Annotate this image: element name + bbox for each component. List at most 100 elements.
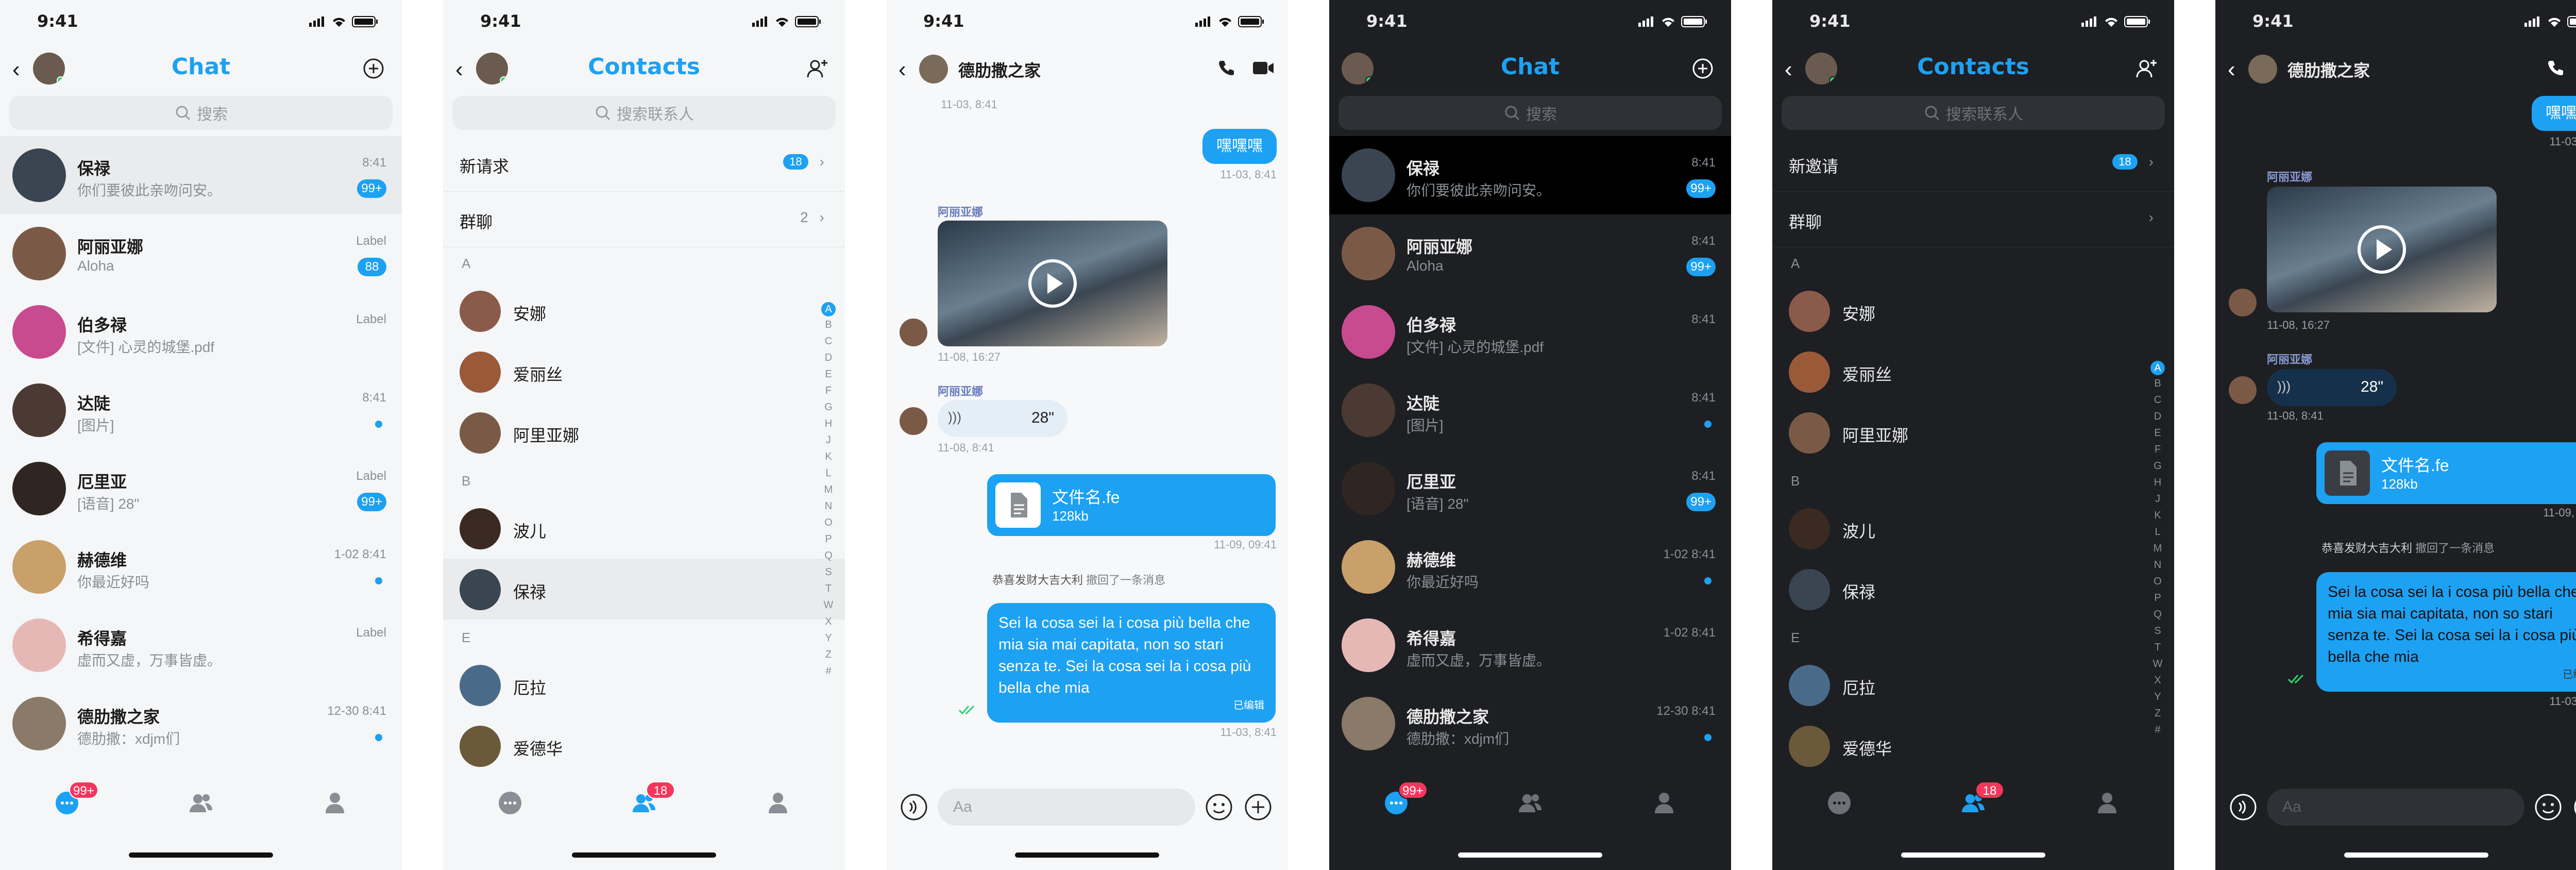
index-letter[interactable]: C — [821, 333, 836, 349]
back-icon[interactable]: ‹ — [2228, 57, 2248, 82]
plus-circle-icon[interactable] — [2572, 792, 2576, 823]
index-letter[interactable]: P — [821, 531, 836, 547]
index-letter[interactable]: D — [821, 349, 836, 366]
contact-row[interactable]: 阿里亚娜 — [1772, 402, 2174, 463]
index-letter[interactable]: T — [821, 580, 836, 597]
tab-chat[interactable]: 99+ — [1381, 781, 1428, 818]
index-letter[interactable]: J — [2150, 491, 2165, 507]
search-input[interactable]: 搜索 — [9, 96, 393, 130]
plus-circle-icon[interactable] — [1243, 792, 1274, 823]
index-letter[interactable]: G — [2150, 458, 2165, 474]
index-letter[interactable]: Q — [821, 547, 836, 564]
list-item[interactable]: 伯多禄 [文件] 心灵的城堡.pdf Label — [0, 293, 402, 371]
contact-row[interactable]: 爱丽丝 — [1772, 341, 2174, 402]
voice-message[interactable]: ))) 28" — [2267, 369, 2397, 406]
list-item[interactable]: 达陡 [图片] 8:41 — [0, 371, 402, 449]
tab-contacts[interactable] — [185, 788, 216, 818]
contact-row[interactable]: 波儿 — [1772, 498, 2174, 559]
group-avatar[interactable] — [919, 55, 948, 83]
index-letter[interactable]: Q — [2150, 606, 2165, 623]
list-item[interactable]: 希得嘉 虚而又虚，万事皆虚。 1-02 8:41 — [1329, 606, 1731, 684]
index-letter[interactable]: G — [821, 399, 836, 415]
contact-row[interactable]: 厄拉 — [443, 655, 845, 715]
tab-profile[interactable] — [319, 788, 350, 818]
index-letter[interactable]: N — [2150, 557, 2165, 573]
list-item[interactable]: 达陡 [图片] 8:41 — [1329, 371, 1731, 449]
index-letter[interactable]: X — [2150, 672, 2165, 689]
tab-profile[interactable] — [1649, 788, 1680, 818]
index-letter[interactable]: F — [821, 382, 836, 399]
search-input[interactable]: 搜索联系人 — [452, 96, 836, 130]
list-item[interactable]: 德肋撒之家 德肋撒：xdjm们 12-30 8:41 — [1329, 684, 1731, 763]
index-letter[interactable]: Z — [2150, 705, 2165, 722]
list-item[interactable]: 赫德维 你最近好吗 1-02 8:41 — [0, 528, 402, 606]
tab-contacts[interactable]: 18 — [1958, 781, 2004, 818]
voice-message[interactable]: ))) 28" — [938, 400, 1067, 437]
add-contact-icon[interactable] — [804, 56, 829, 81]
phone-icon[interactable] — [1216, 58, 1236, 78]
index-letter[interactable]: # — [2150, 722, 2165, 738]
list-item[interactable]: 德肋撒之家 德肋撒：xdjm们 12-30 8:41 — [0, 684, 402, 763]
index-letter[interactable]: O — [2150, 573, 2165, 590]
back-icon[interactable]: ‹ — [899, 57, 919, 82]
index-letter[interactable]: O — [821, 514, 836, 531]
index-letter[interactable]: # — [821, 663, 836, 679]
plus-circle-icon[interactable] — [1690, 56, 1716, 81]
list-item[interactable]: 阿丽亚娜 Aloha Label 88 — [0, 214, 402, 293]
voice-input-icon[interactable] — [899, 792, 929, 823]
list-item[interactable]: 伯多禄 [文件] 心灵的城堡.pdf 8:41 — [1329, 293, 1731, 371]
index-letter[interactable]: A — [821, 302, 836, 316]
contact-row[interactable]: 安娜 — [443, 280, 845, 341]
index-letter[interactable]: L — [2150, 524, 2165, 540]
index-letter[interactable]: S — [2150, 623, 2165, 639]
message-bubble[interactable]: 嘿嘿嘿 — [1202, 129, 1277, 164]
list-item[interactable]: 保禄 你们要彼此亲吻问安。 8:41 99+ — [1329, 136, 1731, 214]
index-letter[interactable]: N — [821, 498, 836, 514]
contact-row[interactable]: 保禄 — [1772, 559, 2174, 620]
index-letter[interactable]: B — [821, 316, 836, 333]
message-bubble[interactable]: Sei la cosa sei la i cosa più bella che … — [2316, 572, 2576, 692]
index-letter[interactable]: B — [2150, 375, 2165, 392]
index-letter[interactable]: M — [821, 481, 836, 498]
message-input[interactable]: Aa — [938, 789, 1195, 826]
group-chat-row[interactable]: 群聊 2 › — [443, 192, 845, 247]
emoji-icon[interactable] — [2533, 792, 2564, 823]
index-letter[interactable]: P — [2150, 590, 2165, 606]
list-item[interactable]: 厄里亚 [语音] 28" 8:41 99+ — [1329, 449, 1731, 528]
contact-row[interactable]: 爱丽丝 — [443, 341, 845, 402]
index-letter[interactable]: K — [821, 448, 836, 465]
index-letter[interactable]: W — [821, 597, 836, 613]
list-item[interactable]: 厄里亚 [语音] 28" Label 99+ — [0, 449, 402, 528]
plus-circle-icon[interactable] — [361, 56, 386, 81]
alphabet-index[interactable]: A B C D E F G H J K L M N O P Q S T W X … — [821, 302, 836, 679]
message-input[interactable]: Aa — [2267, 789, 2524, 826]
index-letter[interactable]: E — [821, 366, 836, 382]
play-icon[interactable] — [1027, 258, 1078, 309]
video-camera-icon[interactable] — [1251, 58, 1276, 78]
play-icon[interactable] — [2356, 224, 2408, 275]
search-input[interactable]: 搜索联系人 — [1782, 96, 2165, 130]
index-letter[interactable]: L — [821, 465, 836, 481]
contact-row[interactable]: 波儿 — [443, 498, 845, 559]
video-message[interactable] — [938, 221, 1167, 346]
contact-row[interactable]: 阿里亚娜 — [443, 402, 845, 463]
tab-profile[interactable] — [2092, 788, 2123, 818]
new-request-row[interactable]: 新请求 18 › — [443, 136, 845, 192]
index-letter[interactable]: T — [2150, 639, 2165, 656]
group-avatar[interactable] — [2248, 55, 2277, 83]
file-message[interactable]: 文件名.fe 128kb — [2316, 442, 2576, 504]
emoji-icon[interactable] — [1204, 792, 1234, 823]
tab-chat[interactable]: 99+ — [52, 781, 98, 818]
index-letter[interactable]: H — [2150, 474, 2165, 491]
index-letter[interactable]: A — [2150, 361, 2165, 375]
index-letter[interactable]: Y — [821, 630, 836, 646]
tab-chat[interactable] — [1824, 788, 1855, 818]
index-letter[interactable]: S — [821, 564, 836, 580]
index-letter[interactable]: M — [2150, 540, 2165, 557]
contact-row[interactable]: 厄拉 — [1772, 655, 2174, 715]
index-letter[interactable]: K — [2150, 507, 2165, 524]
index-letter[interactable]: F — [2150, 441, 2165, 458]
index-letter[interactable]: C — [2150, 392, 2165, 408]
index-letter[interactable]: H — [821, 415, 836, 432]
index-letter[interactable]: W — [2150, 656, 2165, 672]
